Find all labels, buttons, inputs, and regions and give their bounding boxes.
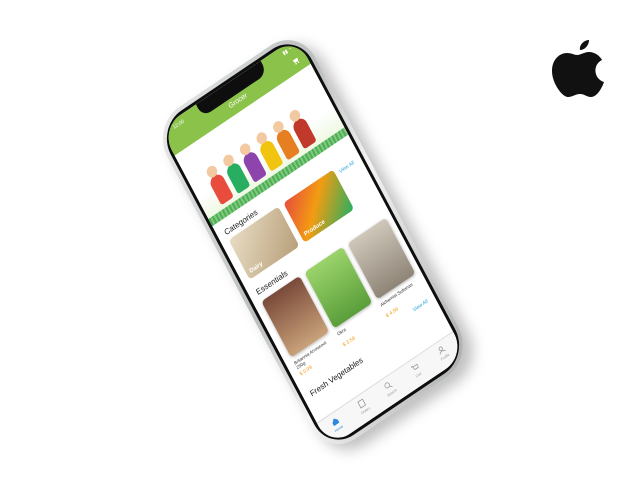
apple-logo-icon [552,40,604,97]
essential-price: $ 3.59 [341,335,357,349]
status-icons: ▮▮ ◔ [281,45,293,57]
phone-mockup: 12:00 ▮▮ ◔ Grocer Categories View All Da… [133,26,494,458]
status-time: 12:00 [172,118,186,131]
tab-bar: Home Orders Search Cart Profile [316,331,466,448]
tab-label: Cart [414,371,423,379]
categories-view-all-link[interactable]: View All [338,160,355,175]
essentials-view-all-link[interactable]: View All [412,298,429,313]
category-card-produce[interactable]: Produce [283,169,355,243]
phone-body: 12:00 ▮▮ ◔ Grocer Categories View All Da… [151,26,475,458]
tab-home[interactable]: Home [321,409,353,438]
category-label: Produce [303,219,327,238]
tab-orders[interactable]: Orders [347,392,379,421]
category-label: Dairy [248,260,265,275]
essential-price: $ 4.99 [385,306,400,320]
tab-profile[interactable]: Profile [427,338,459,367]
tab-search[interactable]: Search [374,374,406,403]
fresh-vegetables-title: Fresh Vegetables [308,355,365,399]
tab-cart[interactable]: Cart [400,356,432,385]
app-screen: 12:00 ▮▮ ◔ Grocer Categories View All Da… [160,36,466,448]
